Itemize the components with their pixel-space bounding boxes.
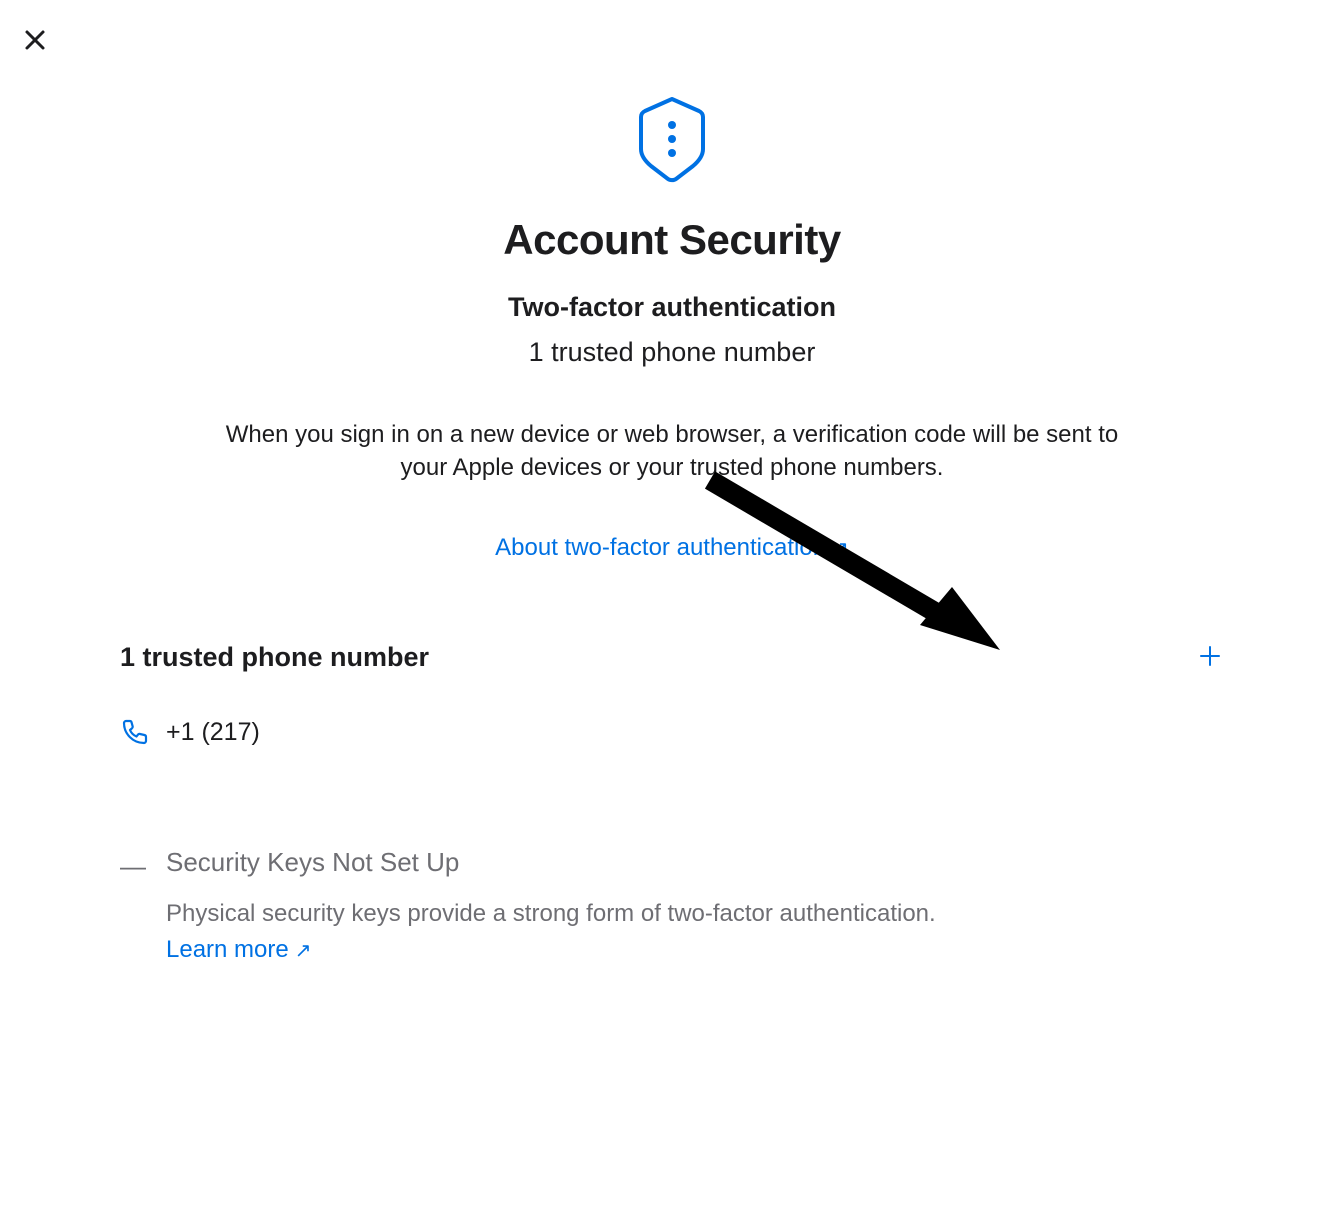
trusted-numbers-section: 1 trusted phone number +1 (217) xyxy=(0,642,1344,747)
security-keys-row: — Security Keys Not Set Up Physical secu… xyxy=(120,847,1224,964)
external-link-icon: ↗ xyxy=(295,938,312,963)
external-link-icon: ↗ xyxy=(832,536,849,561)
dash-icon: — xyxy=(120,847,144,884)
close-button[interactable] xyxy=(20,26,50,56)
trusted-numbers-header: 1 trusted phone number xyxy=(120,642,1224,673)
about-2fa-link[interactable]: About two-factor authentication ↗ xyxy=(495,534,849,562)
close-icon xyxy=(23,28,47,55)
shield-icon xyxy=(637,95,707,190)
security-keys-content: Security Keys Not Set Up Physical securi… xyxy=(166,847,1224,964)
add-phone-button[interactable] xyxy=(1196,644,1224,672)
learn-more-label: Learn more xyxy=(166,936,289,964)
trusted-numbers-title: 1 trusted phone number xyxy=(120,642,429,673)
subtitle: Two-factor authentication xyxy=(0,292,1344,323)
security-keys-description: Physical security keys provide a strong … xyxy=(166,900,1224,928)
phone-icon xyxy=(120,717,150,747)
phone-number-text: +1 (217) xyxy=(166,718,260,747)
description-text: When you sign in on a new device or web … xyxy=(222,418,1122,484)
main-content: Account Security Two-factor authenticati… xyxy=(0,0,1344,562)
phone-number-row[interactable]: +1 (217) xyxy=(120,717,1224,747)
page-title: Account Security xyxy=(0,216,1344,264)
plus-icon xyxy=(1198,644,1222,671)
about-2fa-link-label: About two-factor authentication xyxy=(495,534,826,562)
security-keys-title: Security Keys Not Set Up xyxy=(166,847,1224,878)
security-keys-learn-more-link[interactable]: Learn more ↗ xyxy=(166,936,312,964)
security-keys-section: — Security Keys Not Set Up Physical secu… xyxy=(0,847,1344,964)
trusted-count-text: 1 trusted phone number xyxy=(0,337,1344,368)
